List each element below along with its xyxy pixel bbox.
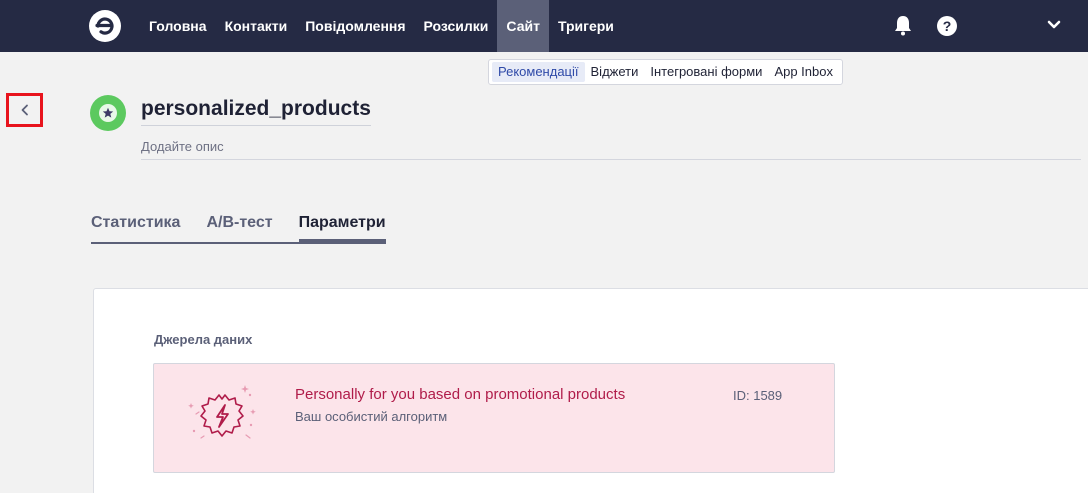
recommendation-avatar bbox=[90, 95, 126, 131]
nav-item-home[interactable]: Головна bbox=[140, 0, 216, 52]
chevron-left-icon bbox=[21, 104, 28, 116]
tab-parameters[interactable]: Параметри bbox=[298, 214, 386, 242]
data-sources-label: Джерела даних bbox=[154, 332, 253, 347]
header-divider bbox=[141, 159, 1081, 160]
subnav-item-app-inbox[interactable]: App Inbox bbox=[768, 62, 839, 82]
data-source-id: ID: 1589 bbox=[733, 388, 783, 403]
star-icon bbox=[102, 107, 114, 118]
nav-item-campaigns[interactable]: Розсилки bbox=[415, 0, 498, 52]
description-field[interactable]: Додайте опис bbox=[141, 139, 224, 154]
tabs: Статистика А/В-тест Параметри bbox=[91, 214, 386, 244]
main-nav: Головна Контакти Повідомлення Розсилки С… bbox=[140, 0, 623, 52]
chevron-down-icon[interactable] bbox=[1047, 19, 1061, 31]
subnav-item-widgets[interactable]: Віджети bbox=[585, 62, 645, 82]
data-source-name: Personally for you based on promotional … bbox=[295, 386, 626, 403]
logo-icon[interactable] bbox=[88, 9, 122, 43]
lightning-badge-icon bbox=[188, 385, 256, 439]
subnav-item-recommendations[interactable]: Рекомендації bbox=[492, 62, 585, 82]
data-source-subtitle: Ваш особистий алгоритм bbox=[295, 409, 448, 424]
subnav-item-integrated-forms[interactable]: Інтегровані форми bbox=[644, 62, 768, 82]
nav-item-site[interactable]: Сайт bbox=[497, 0, 549, 52]
site-subnav: Рекомендації Віджети Інтегровані форми A… bbox=[488, 59, 843, 85]
tab-statistics[interactable]: Статистика bbox=[91, 214, 180, 242]
back-button[interactable] bbox=[6, 93, 43, 127]
bell-icon[interactable] bbox=[893, 14, 913, 36]
nav-item-messages[interactable]: Повідомлення bbox=[296, 0, 414, 52]
nav-item-triggers[interactable]: Тригери bbox=[549, 0, 623, 52]
page-title[interactable]: personalized_products bbox=[141, 97, 371, 126]
help-icon[interactable]: ? bbox=[937, 16, 957, 36]
top-navigation-bar: Головна Контакти Повідомлення Розсилки С… bbox=[0, 0, 1088, 52]
tab-ab-test[interactable]: А/В-тест bbox=[206, 214, 272, 242]
nav-item-contacts[interactable]: Контакти bbox=[216, 0, 297, 52]
